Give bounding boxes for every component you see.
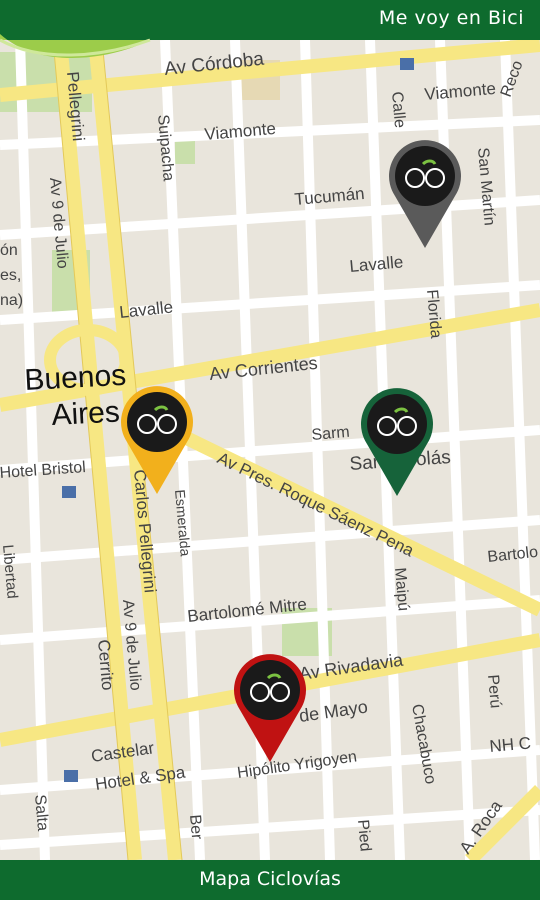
- leaf-decoration-icon: [0, 34, 151, 59]
- hotel-icon: [62, 486, 76, 498]
- label-buenos: Buenos: [24, 359, 127, 397]
- label-sarmiento: Sarm: [311, 424, 351, 444]
- label-fragment-1: ón: [0, 242, 18, 259]
- label-calle: Calle: [388, 91, 408, 129]
- label-libertad: Libertad: [0, 544, 21, 599]
- hotel-icon: [64, 770, 78, 782]
- map-view[interactable]: Av Córdoba Viamonte Viamonte Suipacha Tu…: [0, 40, 540, 860]
- label-bernardo: Ber: [186, 814, 205, 841]
- label-salta: Salta: [31, 794, 51, 832]
- street-map[interactable]: Av Córdoba Viamonte Viamonte Suipacha Tu…: [0, 40, 540, 860]
- transit-icon: [400, 58, 414, 70]
- app-header: Me voy en Bici: [0, 0, 540, 59]
- label-fragment-3: na): [0, 292, 23, 309]
- label-nh: NH C: [489, 733, 532, 756]
- app-title: Me voy en Bici: [378, 7, 524, 29]
- footer-title: Mapa Ciclovías: [199, 868, 341, 890]
- label-peru: Perú: [484, 674, 504, 709]
- label-aires: Aires: [51, 395, 121, 432]
- bottom-bar[interactable]: Mapa Ciclovías: [0, 860, 540, 900]
- label-piedras: Pied: [354, 819, 374, 852]
- label-fragment-2: es,: [0, 267, 21, 284]
